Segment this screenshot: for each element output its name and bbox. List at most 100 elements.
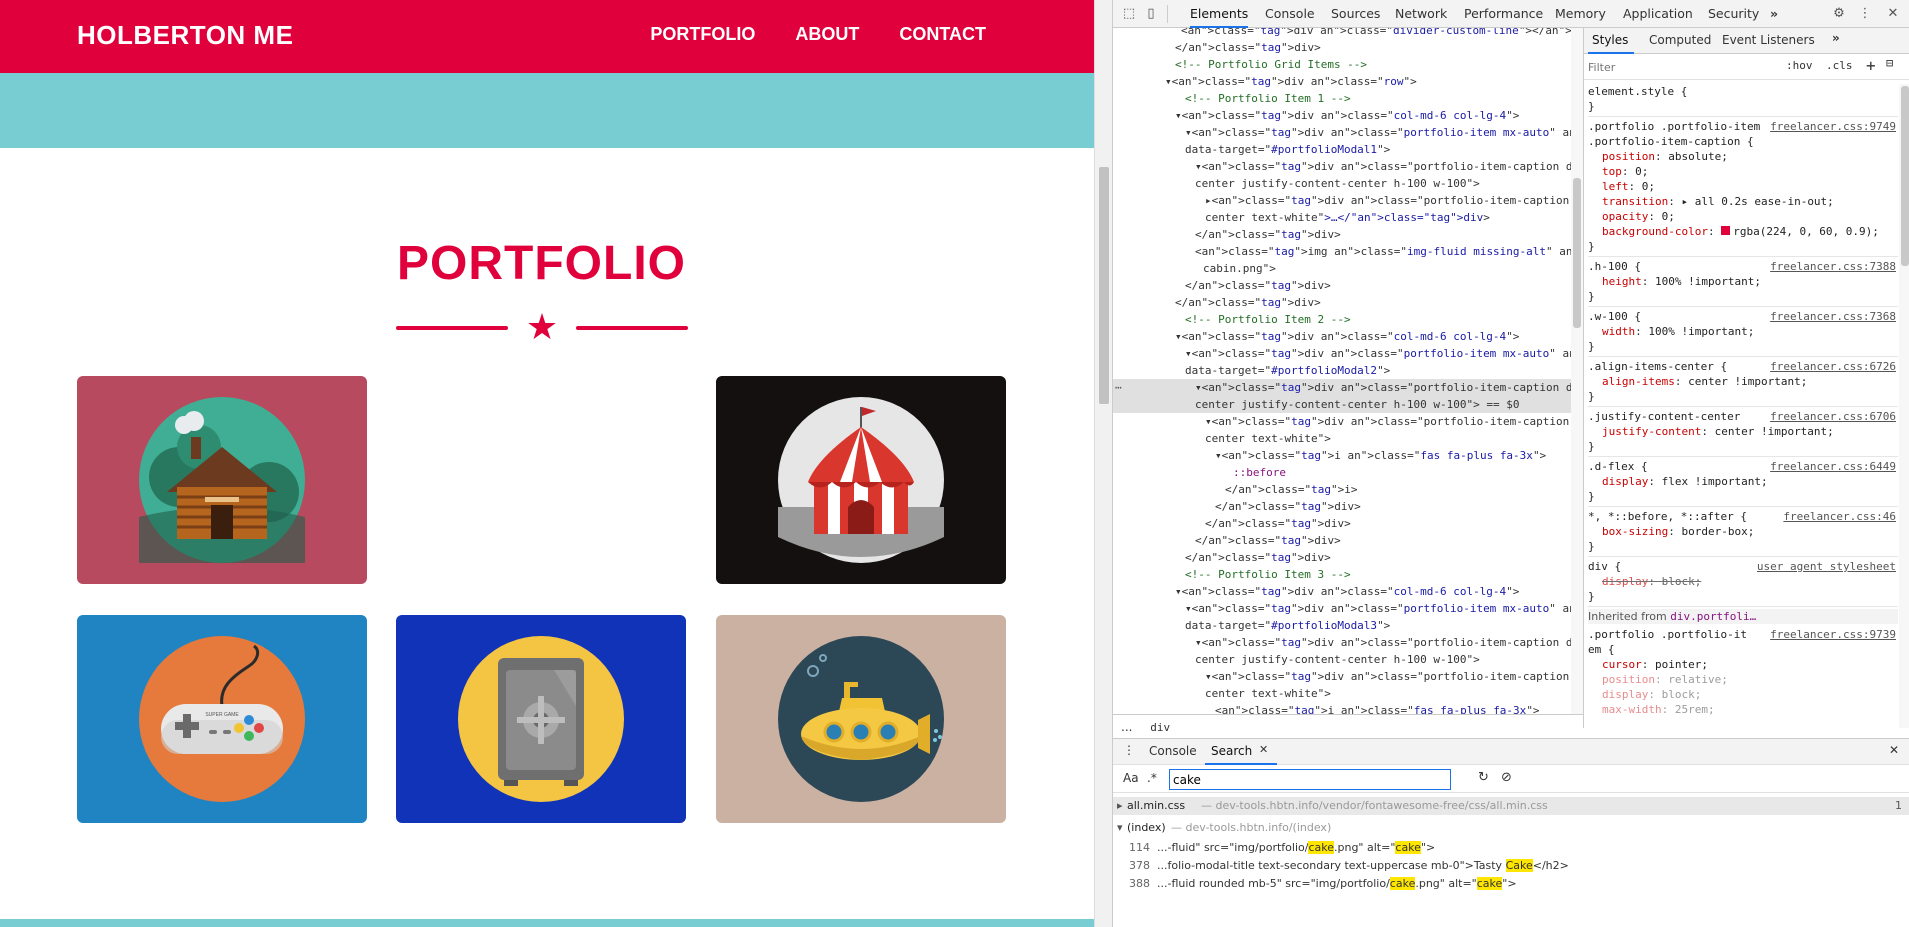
style-rule-end[interactable]: }	[1588, 439, 1898, 454]
dom-node-line[interactable]: <an">class="tag">i an">class="fas fa-plu…	[1113, 702, 1583, 714]
style-rule-end[interactable]: }	[1588, 289, 1898, 304]
search-input[interactable]	[1169, 769, 1451, 790]
style-property[interactable]: background-color: rgba(224, 0, 60, 0.9);	[1588, 224, 1898, 239]
device-toolbar-icon[interactable]: ▯	[1143, 6, 1159, 22]
search-result-file[interactable]: ▸ all.min.css — dev-tools.hbtn.info/vend…	[1113, 797, 1909, 815]
dom-node-line[interactable]: <!-- Portfolio Grid Items -->	[1113, 56, 1583, 73]
style-property[interactable]: align-items: center !important;	[1588, 374, 1898, 389]
portfolio-item-safe[interactable]	[396, 615, 686, 823]
styles-filter-input[interactable]	[1588, 58, 1778, 76]
style-selector[interactable]: .portfolio-item-caption {	[1588, 134, 1898, 149]
tab-security[interactable]: Security	[1708, 0, 1759, 28]
dom-node-line[interactable]: center text-white">	[1113, 430, 1583, 447]
portfolio-item-submarine[interactable]	[716, 615, 1006, 823]
dom-node-line[interactable]: ▾<an">class="tag">div an">class="portfol…	[1113, 600, 1583, 617]
dom-node-line[interactable]: ▾<an">class="tag">div an">class="portfol…	[1113, 634, 1583, 651]
style-property[interactable]: position: relative;	[1588, 672, 1898, 687]
tab-sources[interactable]: Sources	[1331, 0, 1380, 28]
tab-styles[interactable]: Styles	[1592, 33, 1628, 47]
dom-node-line[interactable]: </an">class="tag">div>	[1113, 226, 1583, 243]
dom-node-line[interactable]: ▾<an">class="tag">div an">class="row">	[1113, 73, 1583, 90]
dom-node-line[interactable]: </an">class="tag">div>	[1113, 294, 1583, 311]
dom-node-line[interactable]: center text-white">…</"an">class="tag">d…	[1113, 209, 1583, 226]
style-property[interactable]: display: block;	[1588, 687, 1898, 702]
style-selector[interactable]: .justify-content-center freelancer.css:67…	[1588, 409, 1898, 424]
brand-logo[interactable]: HOLBERTON ME	[77, 20, 293, 51]
style-rule-end[interactable]: }	[1588, 389, 1898, 404]
drawer-tab-search[interactable]: Search	[1211, 744, 1252, 758]
style-selector[interactable]: .portfolio .portfolio-item freelancer.css…	[1588, 119, 1898, 134]
dom-node-line[interactable]: ▾<an">class="tag">div an">class="portfol…	[1113, 668, 1583, 685]
style-property[interactable]: position: absolute;	[1588, 149, 1898, 164]
inspect-element-icon[interactable]: ⬚	[1121, 6, 1137, 22]
more-style-tabs-icon[interactable]: »	[1832, 31, 1840, 45]
settings-gear-icon[interactable]: ⚙	[1831, 6, 1847, 22]
style-selector[interactable]: div {user agent stylesheet	[1588, 559, 1898, 574]
style-rule-end[interactable]: }	[1588, 589, 1898, 604]
dom-node-line[interactable]: ▾<an">class="tag">div an">class="portfol…	[1113, 413, 1583, 430]
style-selector[interactable]: .portfolio .portfolio-it freelancer.css:9…	[1588, 627, 1898, 642]
style-rule-end[interactable]: }	[1588, 539, 1898, 554]
close-search-tab-icon[interactable]: ✕	[1259, 743, 1268, 756]
dom-node-line[interactable]: center justify-content-center h-100 w-10…	[1113, 396, 1583, 413]
style-rule-end[interactable]: }	[1588, 99, 1898, 114]
style-property[interactable]: display: flex !important;	[1588, 474, 1898, 489]
dom-node-line[interactable]: ▾<an">class="tag">div an">class="col-md-…	[1113, 328, 1583, 345]
dom-node-line[interactable]: ▾<an">class="tag">div an">class="portfol…	[1113, 379, 1583, 396]
dom-node-line[interactable]: center justify-content-center h-100 w-10…	[1113, 175, 1583, 192]
close-drawer-icon[interactable]: ✕	[1889, 743, 1899, 757]
more-options-icon[interactable]: ⋮	[1857, 6, 1873, 22]
refresh-icon[interactable]: ↻	[1478, 770, 1489, 785]
dom-node-line[interactable]: </an">class="tag">i>	[1113, 481, 1583, 498]
dom-node-line[interactable]: <!-- Portfolio Item 2 -->	[1113, 311, 1583, 328]
style-rule-end[interactable]: }	[1588, 239, 1898, 254]
dom-node-line[interactable]: center text-white">	[1113, 685, 1583, 702]
style-property[interactable]: cursor: pointer;	[1588, 657, 1898, 672]
style-selector[interactable]: element.style {	[1588, 84, 1898, 99]
dom-node-line[interactable]: ▾<an">class="tag">div an">class="portfol…	[1113, 158, 1583, 175]
tab-elements[interactable]: Elements	[1190, 0, 1249, 28]
style-rule-end[interactable]: }	[1588, 339, 1898, 354]
tab-network[interactable]: Network	[1395, 0, 1447, 28]
style-rule-end[interactable]: }	[1588, 489, 1898, 504]
toggle-sidebar-icon[interactable]: ⊟	[1886, 56, 1893, 70]
style-property[interactable]: max-width: 25rem;	[1588, 702, 1898, 717]
inherited-header[interactable]: Inherited from div.portfoli…	[1588, 609, 1898, 624]
style-selector[interactable]: em {	[1588, 642, 1898, 657]
portfolio-item-cabin[interactable]	[77, 376, 367, 584]
dom-node-line[interactable]: ▾<an">class="tag">div an">class="col-md-…	[1113, 583, 1583, 600]
dom-node-line[interactable]: <!-- Portfolio Item 3 -->	[1113, 566, 1583, 583]
tab-performance[interactable]: Performance	[1464, 0, 1543, 28]
style-selector[interactable]: .d-flex {freelancer.css:6449	[1588, 459, 1898, 474]
style-selector[interactable]: .h-100 {freelancer.css:7388	[1588, 259, 1898, 274]
style-property[interactable]: justify-content: center !important;	[1588, 424, 1898, 439]
class-toggle[interactable]: .cls	[1826, 59, 1853, 72]
dom-node-line[interactable]: </an">class="tag">div>	[1113, 39, 1583, 56]
dom-node-line[interactable]: ▾<an">class="tag">div an">class="portfol…	[1113, 345, 1583, 362]
dom-node-line[interactable]: </an">class="tag">div>	[1113, 498, 1583, 515]
dom-node-line[interactable]: ▾<an">class="tag">div an">class="col-md-…	[1113, 107, 1583, 124]
style-property[interactable]: opacity: 0;	[1588, 209, 1898, 224]
close-devtools-icon[interactable]: ✕	[1885, 6, 1901, 22]
regex-icon[interactable]: .*	[1147, 771, 1157, 785]
add-rule-icon[interactable]: +	[1866, 56, 1876, 75]
more-tabs-icon[interactable]: »	[1770, 0, 1778, 28]
match-case-icon[interactable]: Aa	[1123, 771, 1139, 785]
dom-node-line[interactable]: <!-- Portfolio Item 1 -->	[1113, 90, 1583, 107]
dom-node-line[interactable]: <an">class="tag">img an">class="img-flui…	[1113, 243, 1583, 260]
style-property[interactable]: transition: ▸ all 0.2s ease-in-out;	[1588, 194, 1898, 209]
portfolio-item-circus[interactable]	[716, 376, 1006, 584]
nav-link-contact[interactable]: CONTACT	[899, 24, 986, 45]
portfolio-item-game[interactable]: SUPER GAME	[77, 615, 367, 823]
style-property[interactable]: width: 100% !important;	[1588, 324, 1898, 339]
style-property[interactable]: box-sizing: border-box;	[1588, 524, 1898, 539]
tab-computed[interactable]: Computed	[1649, 33, 1711, 47]
tab-event-listeners[interactable]: Event Listeners	[1722, 33, 1815, 47]
dom-node-line[interactable]: center justify-content-center h-100 w-10…	[1113, 651, 1583, 668]
style-selector[interactable]: .w-100 {freelancer.css:7368	[1588, 309, 1898, 324]
tab-application[interactable]: Application	[1623, 0, 1693, 28]
search-result-file[interactable]: ▾ (index) — dev-tools.hbtn.info/(index)	[1113, 819, 1909, 837]
dom-node-line[interactable]: data-target="#portfolioModal3">	[1113, 617, 1583, 634]
dom-node-line[interactable]: </an">class="tag">div>	[1113, 277, 1583, 294]
breadcrumb-more[interactable]: ...	[1121, 720, 1132, 734]
